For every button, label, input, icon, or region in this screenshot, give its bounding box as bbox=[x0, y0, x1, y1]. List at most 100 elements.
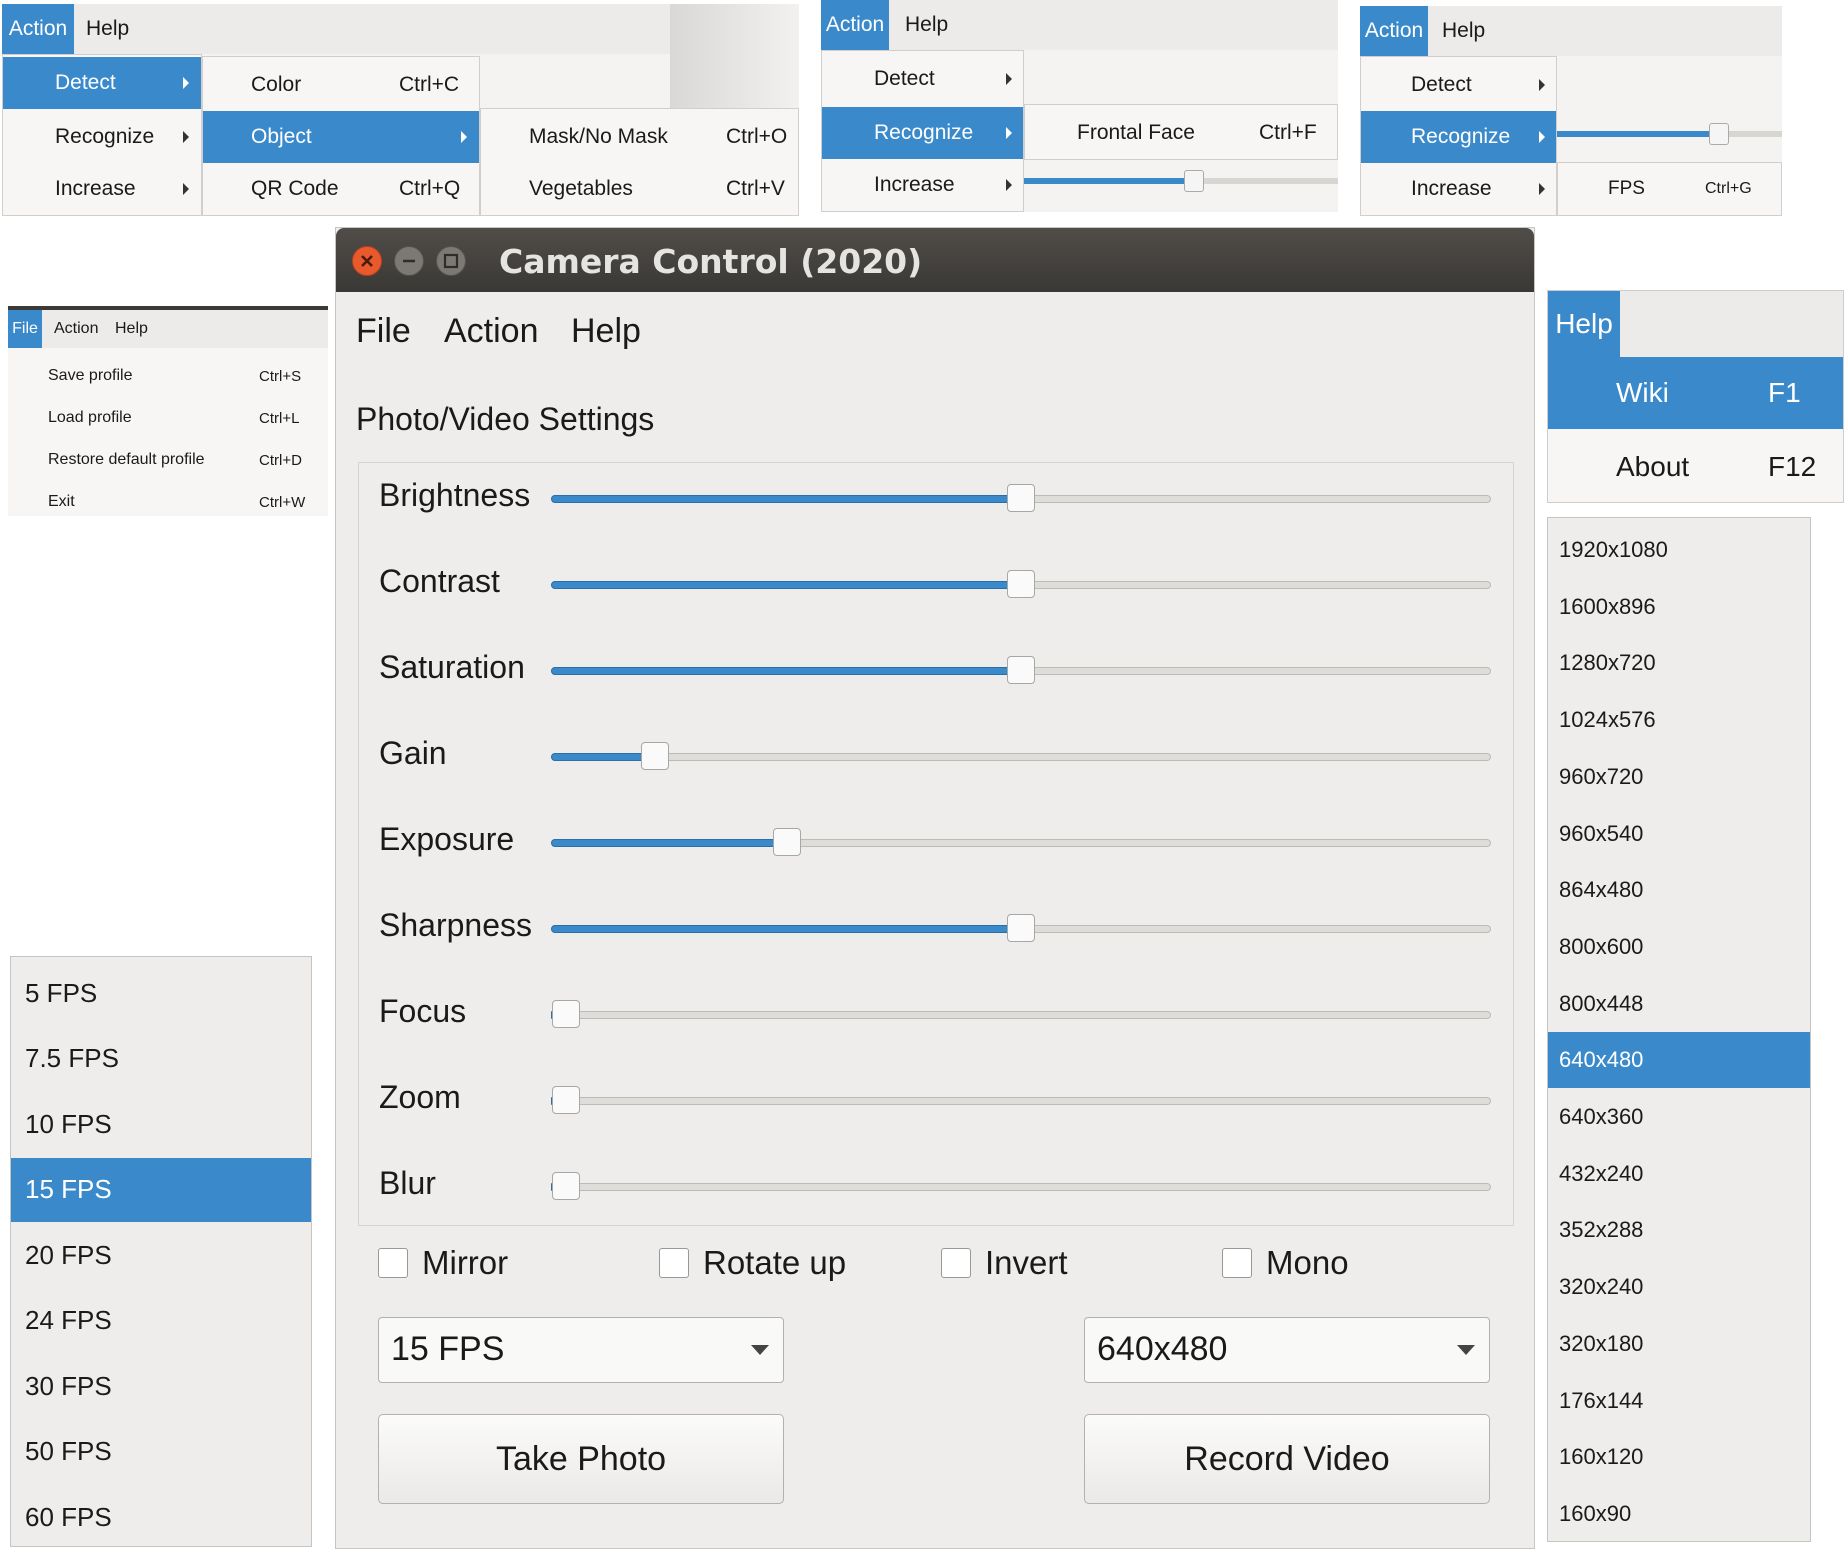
object-submenu: Mask/No Mask Ctrl+O Vegetables Ctrl+V bbox=[480, 108, 799, 216]
menu-item-increase[interactable]: Increase bbox=[822, 159, 1023, 211]
menu-item-qr-code[interactable]: QR Code Ctrl+Q bbox=[203, 163, 479, 215]
slider-track[interactable] bbox=[551, 914, 1491, 942]
menu-item-vegetables[interactable]: Vegetables Ctrl+V bbox=[481, 163, 798, 215]
menu-action[interactable]: Action bbox=[444, 312, 539, 351]
fps-option[interactable]: 15 FPS bbox=[11, 1157, 311, 1222]
slider-track[interactable] bbox=[551, 1172, 1491, 1200]
menu-item-wiki[interactable]: Wiki F1 bbox=[1548, 357, 1843, 429]
menu-item-recognize[interactable]: Recognize bbox=[1361, 111, 1556, 163]
menu-item-detect[interactable]: Detect bbox=[1361, 59, 1556, 111]
checkbox-box[interactable] bbox=[659, 1248, 689, 1278]
resolution-option[interactable]: 320x180 bbox=[1548, 1316, 1810, 1372]
slider-handle[interactable] bbox=[1007, 914, 1035, 942]
slider-handle[interactable] bbox=[772, 828, 801, 856]
resolution-option[interactable]: 640x480 bbox=[1548, 1032, 1810, 1089]
resolution-option[interactable]: 1600x896 bbox=[1548, 579, 1810, 635]
menu-action[interactable]: Action bbox=[54, 310, 98, 348]
slider-track[interactable] bbox=[551, 828, 1491, 856]
mono-checkbox[interactable]: Mono bbox=[1222, 1244, 1349, 1282]
menu-item-fps[interactable]: FPS Ctrl+G bbox=[1558, 163, 1781, 215]
fps-option[interactable]: 24 FPS bbox=[11, 1289, 311, 1353]
slider-row-blur: Blur bbox=[359, 1157, 1513, 1217]
resolution-option[interactable]: 960x720 bbox=[1548, 749, 1810, 805]
menu-item-exit[interactable]: Exit Ctrl+W bbox=[8, 482, 328, 516]
rotate-up-checkbox[interactable]: Rotate up bbox=[659, 1244, 846, 1282]
background-slider bbox=[1557, 123, 1782, 145]
close-icon[interactable] bbox=[352, 246, 382, 276]
checkbox-box[interactable] bbox=[1222, 1248, 1252, 1278]
take-photo-button[interactable]: Take Photo bbox=[378, 1414, 784, 1504]
resolution-option[interactable]: 640x360 bbox=[1548, 1089, 1810, 1145]
menu-item-color[interactable]: Color Ctrl+C bbox=[203, 59, 479, 111]
resolution-option[interactable]: 1280x720 bbox=[1548, 635, 1810, 691]
resolution-option[interactable]: 864x480 bbox=[1548, 862, 1810, 918]
maximize-icon[interactable] bbox=[436, 246, 466, 276]
resolution-option[interactable]: 1024x576 bbox=[1548, 692, 1810, 748]
fps-option[interactable]: 50 FPS bbox=[11, 1420, 311, 1484]
slider-handle[interactable] bbox=[552, 1086, 580, 1114]
slider-handle[interactable] bbox=[641, 742, 670, 770]
fps-option[interactable]: 7.5 FPS bbox=[11, 1027, 311, 1091]
slider-handle[interactable] bbox=[552, 1172, 580, 1200]
slider-track[interactable] bbox=[551, 570, 1491, 598]
menu-action[interactable]: Action bbox=[2, 4, 74, 54]
resolution-option[interactable]: 160x90 bbox=[1548, 1486, 1810, 1541]
fps-option[interactable]: 30 FPS bbox=[11, 1354, 311, 1418]
slider-handle[interactable] bbox=[1007, 570, 1035, 598]
slider-track[interactable] bbox=[551, 1086, 1491, 1114]
menu-help[interactable]: Help bbox=[1442, 6, 1485, 56]
menu-item-recognize[interactable]: Recognize bbox=[3, 111, 201, 163]
resolution-option[interactable]: 320x240 bbox=[1548, 1259, 1810, 1315]
resolution-option[interactable]: 352x288 bbox=[1548, 1202, 1810, 1258]
menu-help[interactable]: Help bbox=[1548, 291, 1620, 357]
menu-item-object[interactable]: Object bbox=[203, 111, 479, 163]
resolution-option[interactable]: 160x120 bbox=[1548, 1429, 1810, 1485]
minimize-icon[interactable] bbox=[394, 246, 424, 276]
slider-track[interactable] bbox=[551, 656, 1491, 684]
slider-handle[interactable] bbox=[1007, 656, 1035, 684]
menu-item-save-profile[interactable]: Save profile Ctrl+S bbox=[8, 356, 328, 396]
menu-item-detect[interactable]: Detect bbox=[3, 57, 201, 109]
menu-file[interactable]: File bbox=[356, 312, 411, 351]
fps-option[interactable]: 10 FPS bbox=[11, 1092, 311, 1156]
menu-action[interactable]: Action bbox=[821, 0, 889, 50]
slider-track[interactable] bbox=[551, 1000, 1491, 1028]
menu-help[interactable]: Help bbox=[115, 310, 148, 348]
submenu-arrow-icon bbox=[183, 77, 189, 89]
mirror-checkbox[interactable]: Mirror bbox=[378, 1244, 508, 1282]
menu-item-increase[interactable]: Increase bbox=[3, 163, 201, 215]
menu-item-increase[interactable]: Increase bbox=[1361, 163, 1556, 215]
fps-option[interactable]: 60 FPS bbox=[11, 1485, 311, 1546]
fps-option[interactable]: 20 FPS bbox=[11, 1223, 311, 1287]
resolution-option[interactable]: 800x448 bbox=[1548, 976, 1810, 1032]
window-title: Camera Control (2020) bbox=[499, 242, 923, 281]
menu-item-about[interactable]: About F12 bbox=[1548, 431, 1843, 502]
menu-help[interactable]: Help bbox=[86, 4, 129, 54]
resolution-option[interactable]: 960x540 bbox=[1548, 806, 1810, 862]
checkbox-box[interactable] bbox=[378, 1248, 408, 1278]
slider-handle[interactable] bbox=[1007, 484, 1035, 512]
invert-checkbox[interactable]: Invert bbox=[941, 1244, 1068, 1282]
menu-action[interactable]: Action bbox=[1360, 6, 1428, 56]
menu-item-frontal-face[interactable]: Frontal Face Ctrl+F bbox=[1025, 107, 1337, 159]
menu-help[interactable]: Help bbox=[905, 0, 948, 50]
menu-item-load-profile[interactable]: Load profile Ctrl+L bbox=[8, 398, 328, 438]
resolution-option[interactable]: 176x144 bbox=[1548, 1373, 1810, 1429]
slider-track[interactable] bbox=[551, 484, 1491, 512]
menu-item-mask[interactable]: Mask/No Mask Ctrl+O bbox=[481, 111, 798, 163]
slider-handle[interactable] bbox=[552, 1000, 580, 1028]
menu-item-detect[interactable]: Detect bbox=[822, 53, 1023, 105]
menu-help[interactable]: Help bbox=[571, 312, 641, 351]
record-video-button[interactable]: Record Video bbox=[1084, 1414, 1490, 1504]
resolution-option[interactable]: 432x240 bbox=[1548, 1146, 1810, 1202]
checkbox-box[interactable] bbox=[941, 1248, 971, 1278]
fps-option[interactable]: 5 FPS bbox=[11, 961, 311, 1025]
resolution-option[interactable]: 800x600 bbox=[1548, 919, 1810, 975]
menu-item-recognize[interactable]: Recognize bbox=[822, 107, 1023, 159]
menu-file[interactable]: File bbox=[8, 310, 42, 348]
resolution-option[interactable]: 1920x1080 bbox=[1548, 522, 1810, 578]
fps-combobox[interactable]: 15 FPS bbox=[378, 1317, 784, 1383]
slider-track[interactable] bbox=[551, 742, 1491, 770]
resolution-combobox[interactable]: 640x480 bbox=[1084, 1317, 1490, 1383]
menu-item-restore-default[interactable]: Restore default profile Ctrl+D bbox=[8, 440, 328, 480]
